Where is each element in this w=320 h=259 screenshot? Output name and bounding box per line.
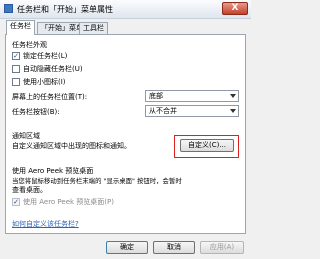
highlight-box xyxy=(174,135,239,158)
taskbar-position-value: 底部 xyxy=(149,92,163,100)
lock-taskbar-checkbox[interactable]: ✓ xyxy=(12,52,20,60)
tab-taskbar[interactable]: 任务栏 xyxy=(6,20,35,35)
chevron-down-icon xyxy=(230,94,236,98)
aero-peek-group-label: 使用 Aero Peek 预览桌面 xyxy=(12,167,94,175)
apply-button[interactable]: 应用(A) xyxy=(200,241,244,254)
aero-peek-checkbox[interactable]: ✓ xyxy=(12,198,20,206)
notification-group-label: 通知区域 xyxy=(12,132,40,140)
help-link[interactable]: 如何自定义该任务栏? xyxy=(12,219,79,229)
notification-description: 自定义通知区域中出现的图标和通知。 xyxy=(12,142,131,150)
title-bar[interactable]: 任务栏和「开始」菜单属性 X xyxy=(0,0,251,19)
close-button[interactable]: X xyxy=(222,2,248,15)
appearance-group-label: 任务栏外观 xyxy=(12,41,47,49)
autohide-checkbox[interactable] xyxy=(12,65,20,73)
chevron-down-icon xyxy=(230,109,236,113)
lock-taskbar-label[interactable]: 锁定任务栏(L) xyxy=(23,51,67,61)
taskbar-buttons-value: 从不合并 xyxy=(149,107,177,115)
aero-peek-description-line1: 当您将鼠标移动到任务栏末端的 "显示桌面" 按钮时，会暂时 xyxy=(12,177,182,185)
taskbar-position-label: 屏幕上的任务栏位置(T): xyxy=(12,93,88,101)
small-icons-label[interactable]: 使用小图标(I) xyxy=(23,77,66,87)
taskbar-buttons-label: 任务栏按钮(B): xyxy=(12,108,60,116)
window-title: 任务栏和「开始」菜单属性 xyxy=(17,5,113,14)
window-icon xyxy=(4,4,13,13)
tab-toolbars[interactable]: 工具栏 xyxy=(79,22,108,34)
cancel-button[interactable]: 取消 xyxy=(153,241,195,254)
aero-peek-checkbox-label[interactable]: 使用 Aero Peek 预览桌面(P) xyxy=(23,197,114,207)
taskbar-buttons-dropdown[interactable]: 从不合并 xyxy=(145,105,239,117)
ok-button[interactable]: 确定 xyxy=(106,241,148,254)
taskbar-position-dropdown[interactable]: 底部 xyxy=(145,90,239,102)
aero-peek-description-line2: 查看桌面。 xyxy=(12,186,47,194)
small-icons-checkbox[interactable] xyxy=(12,78,20,86)
autohide-label[interactable]: 自动隐藏任务栏(U) xyxy=(23,64,83,74)
tab-panel: 任务栏外观 ✓ 锁定任务栏(L) 自动隐藏任务栏(U) 使用小图标(I) 屏幕上… xyxy=(5,34,246,234)
taskbar-properties-dialog: 任务栏和「开始」菜单属性 X 任务栏 「开始」菜单 工具栏 任务栏外观 ✓ 锁定… xyxy=(0,0,251,259)
